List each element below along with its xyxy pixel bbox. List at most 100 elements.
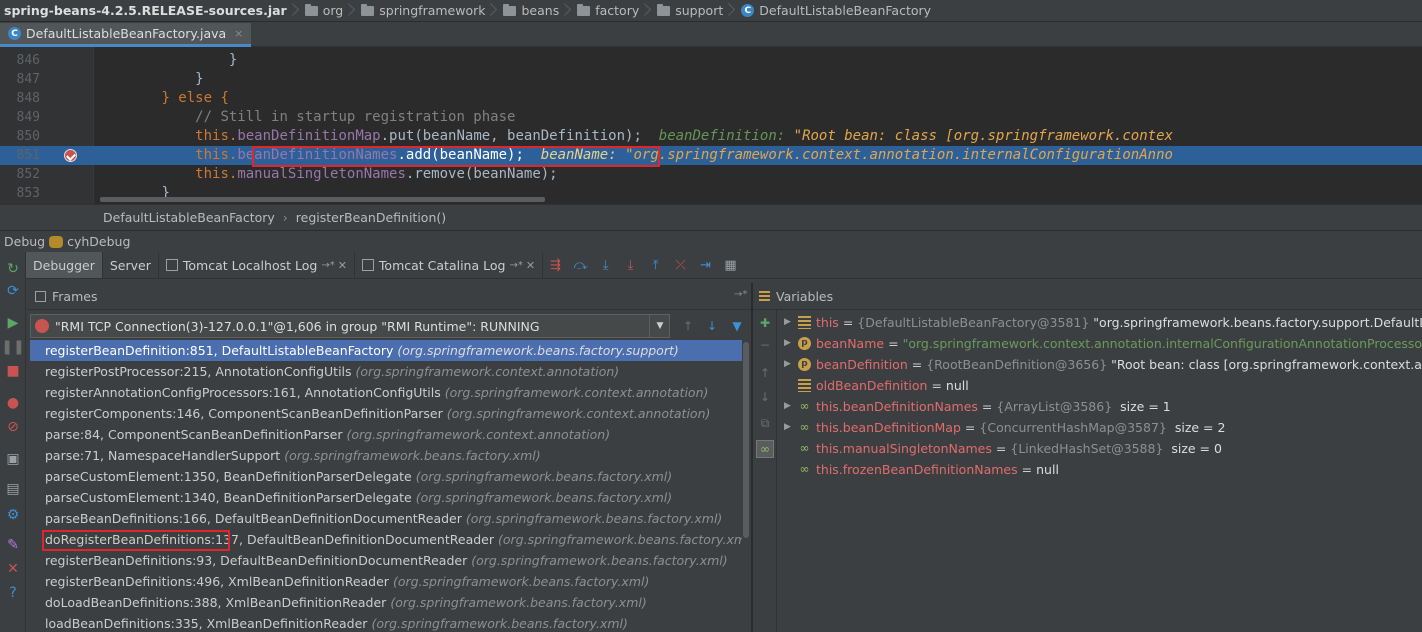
chevron-down-icon[interactable]: ▼	[649, 314, 670, 338]
refresh-icon[interactable]: ⟳	[4, 282, 22, 300]
frame-item[interactable]: registerAnnotationConfigProcessors:161, …	[30, 382, 742, 403]
drop-frame-icon[interactable]: ⤫	[668, 252, 693, 278]
nav-folder-springframework[interactable]: springframework	[361, 3, 485, 18]
filter-icon[interactable]: ▼	[729, 318, 745, 334]
vertical-scrollbar[interactable]	[742, 340, 750, 632]
frame-item[interactable]: parse:71, NamespaceHandlerSupport (org.sp…	[30, 445, 742, 466]
variable-row[interactable]: ▶ ∞ this.beanDefinitionMap = {ConcurrentH…	[778, 417, 1225, 438]
frame-item[interactable]: parse:84, ComponentScanBeanDefinitionPar…	[30, 424, 742, 445]
frame-item[interactable]: parseBeanDefinitions:166, DefaultBeanDef…	[30, 508, 742, 529]
resume-icon[interactable]: ▶	[4, 314, 22, 332]
evaluate-expression-icon[interactable]: ▦	[718, 252, 743, 278]
arrow-up-icon[interactable]: ↑	[680, 318, 696, 334]
nav-folder-beans[interactable]: beans	[503, 3, 559, 18]
pin-icon[interactable]: →*	[509, 260, 522, 271]
frame-item[interactable]: parseCustomElement:1350, BeanDefinitionP…	[30, 466, 742, 487]
variable-row[interactable]: ▶ p beanDefinition = {RootBeanDefinition@…	[778, 354, 1422, 375]
frame-item[interactable]: registerComponents:146, ComponentScanBea…	[30, 403, 742, 424]
line-number: 847	[16, 72, 40, 87]
nav-folder-support[interactable]: support	[657, 3, 723, 18]
arrow-down-icon[interactable]: ↓	[756, 388, 774, 406]
chevron-right-icon	[563, 2, 573, 20]
frame-item[interactable]: registerBeanDefinitions:93, DefaultBeanD…	[30, 550, 742, 571]
variable-row[interactable]: ∞ this.frozenBeanDefinitionNames = null	[778, 459, 1059, 480]
editor-tab-label: DefaultListableBeanFactory.java	[26, 26, 227, 41]
tab-server[interactable]: Server	[103, 252, 159, 278]
expand-arrow-icon[interactable]: ▶	[778, 312, 798, 333]
expand-arrow-icon[interactable]: ▶	[778, 333, 798, 354]
frame-item[interactable]: doLoadBeanDefinitions:388, XmlBeanDefini…	[30, 592, 742, 613]
variables-toolbar: ✚ − ↑ ↓ ⧉ ∞	[753, 310, 777, 632]
nav-folder-factory[interactable]: factory	[577, 3, 639, 18]
run-to-cursor-icon[interactable]: ⇥	[693, 252, 718, 278]
code-line[interactable]: }	[94, 70, 203, 89]
chevron-right-icon	[727, 2, 737, 20]
editor-tab[interactable]: C DefaultListableBeanFactory.java ×	[0, 23, 252, 47]
variable-row[interactable]: ▶ p beanName = "org.springframework.conte…	[778, 333, 1422, 354]
tab-tomcat-localhost-log[interactable]: Tomcat Localhost Log →* ✕	[159, 252, 355, 278]
pin-icon[interactable]: →*	[734, 289, 747, 300]
frame-item[interactable]: loadBeanDefinitions:335, XmlBeanDefiniti…	[30, 613, 742, 632]
close-icon[interactable]: ×	[234, 27, 243, 40]
frame-item[interactable]: registerPostProcessor:215, AnnotationCon…	[30, 361, 742, 382]
settings-icon[interactable]: ⚙	[4, 506, 22, 524]
new-watch-icon[interactable]: ✚	[756, 314, 774, 332]
code-line[interactable]: this.beanDefinitionMap.put(beanName, bea…	[94, 127, 1173, 146]
step-out-icon[interactable]: ⤒	[643, 252, 668, 278]
nav-folder-org[interactable]: org	[304, 3, 343, 18]
horizontal-scrollbar[interactable]	[100, 197, 545, 202]
pin-icon[interactable]: ✎	[4, 536, 22, 554]
tab-debugger[interactable]: Debugger	[26, 252, 103, 278]
watch-icon: ∞	[799, 399, 810, 413]
close-icon[interactable]: ✕	[4, 560, 22, 578]
folder-icon	[503, 3, 517, 16]
variable-row[interactable]: oldBeanDefinition = null	[778, 375, 969, 396]
tab-tomcat-catalina-log[interactable]: Tomcat Catalina Log →* ✕	[355, 252, 544, 278]
frame-item[interactable]: registerBeanDefinition:851, DefaultLista…	[30, 340, 742, 361]
help-icon[interactable]: ?	[4, 584, 22, 602]
scrollbar-thumb[interactable]	[743, 342, 749, 538]
stop-icon[interactable]: ■	[4, 362, 22, 380]
arrow-up-icon[interactable]: ↑	[756, 364, 774, 382]
variables-icon	[759, 290, 770, 302]
rerun-icon[interactable]: ↻	[4, 260, 22, 278]
variable-row[interactable]: ▶ this = {DefaultListableBeanFactory@3581…	[778, 312, 1422, 333]
show-execution-point-icon[interactable]: ⇶	[543, 252, 568, 278]
frame-item[interactable]: parseCustomElement:1340, BeanDefinitionP…	[30, 487, 742, 508]
pin-icon[interactable]: →*	[321, 260, 334, 271]
code-line[interactable]: }	[94, 51, 237, 70]
log-icon	[361, 259, 374, 271]
arrow-down-icon[interactable]: ↓	[704, 318, 720, 334]
nav-class[interactable]: C DefaultListableBeanFactory	[741, 3, 931, 18]
code-editor[interactable]: 846 847 848 849 850 851 852 853 } } } el…	[0, 47, 1422, 204]
variable-row[interactable]: ▶ ∞ this.beanDefinitionNames = {ArrayList…	[778, 396, 1171, 417]
watch-icon: ∞	[799, 420, 810, 434]
step-into-icon[interactable]: ⤓	[593, 252, 618, 278]
step-over-icon[interactable]: ⤼	[568, 252, 593, 278]
camera-icon[interactable]: ▣	[4, 450, 22, 468]
show-watches-icon[interactable]: ∞	[756, 440, 774, 458]
mute-breakpoints-icon[interactable]: ⊘	[4, 418, 22, 436]
expand-arrow-icon[interactable]: ▶	[778, 417, 798, 438]
breadcrumb-method[interactable]: registerBeanDefinition()	[296, 210, 446, 225]
thread-selector[interactable]: "RMI TCP Connection(3)-127.0.0.1"@1,606 …	[30, 314, 670, 338]
layout-icon[interactable]: ▤	[4, 480, 22, 498]
variable-row[interactable]: ∞ this.manualSingletonNames = {LinkedHash…	[778, 438, 1222, 459]
breadcrumb-class[interactable]: DefaultListableBeanFactory	[103, 210, 275, 225]
code-line[interactable]: } else {	[94, 89, 228, 108]
close-icon[interactable]: ✕	[526, 259, 535, 272]
frame-item[interactable]: registerBeanDefinitions:496, XmlBeanDefi…	[30, 571, 742, 592]
breakpoint-icon[interactable]	[64, 149, 77, 162]
copy-icon[interactable]: ⧉	[756, 414, 774, 432]
nav-jar[interactable]: spring-beans-4.2.5.RELEASE-sources.jar	[4, 3, 287, 18]
close-icon[interactable]: ✕	[338, 259, 347, 272]
frames-list: registerBeanDefinition:851, DefaultLista…	[30, 340, 742, 632]
code-line[interactable]: // Still in startup registration phase	[94, 108, 515, 127]
expand-arrow-icon[interactable]: ▶	[778, 354, 798, 375]
force-step-into-icon[interactable]: ⤓	[618, 252, 643, 278]
code-line[interactable]: this.manualSingletonNames.remove(beanNam…	[94, 165, 557, 184]
pause-icon[interactable]: ❚❚	[1, 338, 24, 356]
expand-arrow-icon[interactable]: ▶	[778, 396, 798, 417]
remove-watch-icon[interactable]: −	[756, 336, 774, 354]
view-breakpoints-icon[interactable]: ●	[4, 394, 22, 412]
